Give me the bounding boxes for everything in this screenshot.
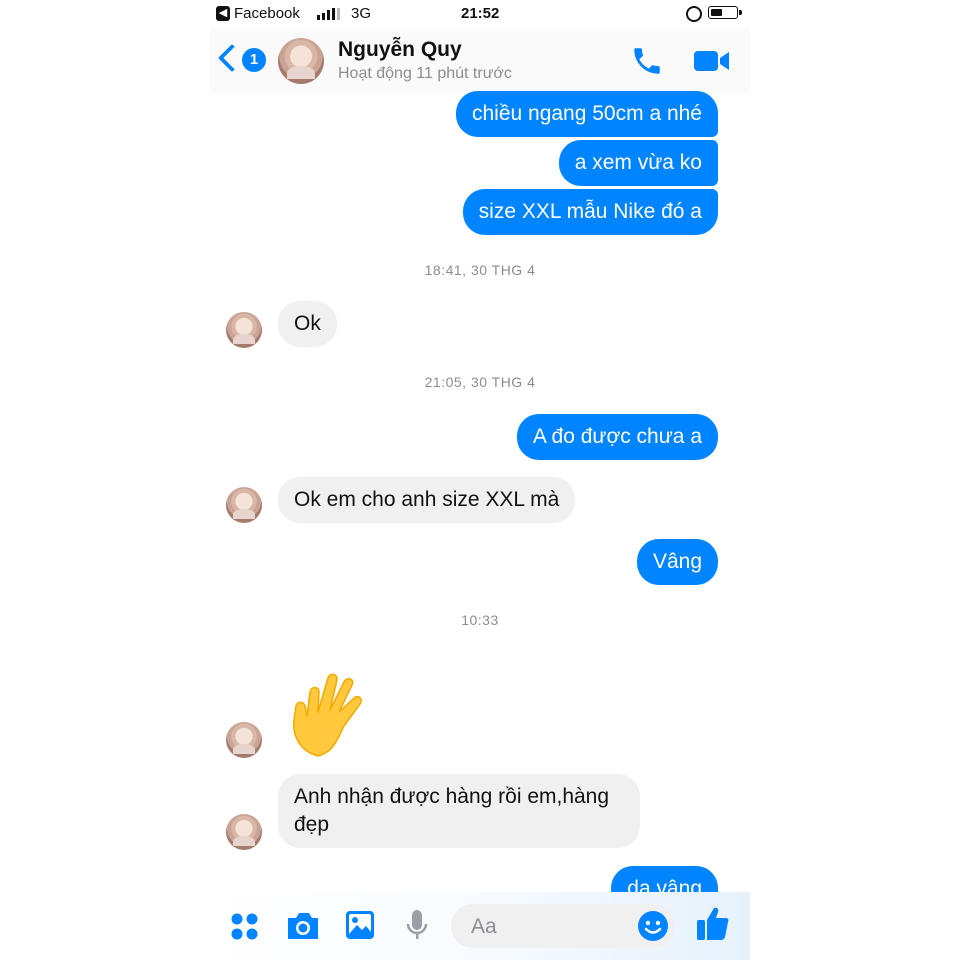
battery-icon	[708, 6, 742, 19]
voice-message-button[interactable]	[404, 908, 430, 947]
microphone-icon	[406, 910, 428, 939]
waving-hand-sticker[interactable]	[288, 668, 388, 762]
contact-name[interactable]: Nguyễn Quy	[338, 38, 462, 62]
emoji-icon	[638, 911, 668, 941]
sender-avatar[interactable]	[226, 814, 262, 850]
contact-activity-status: Hoạt động 11 phút trước	[338, 65, 512, 82]
message-bubble-outgoing[interactable]: A đo được chưa a	[516, 414, 718, 460]
camera-icon	[288, 913, 318, 939]
message-composer	[210, 892, 750, 960]
message-bubble-incoming[interactable]: Ok	[278, 301, 337, 347]
back-app-label: Facebook	[234, 5, 300, 22]
message-input-container[interactable]	[451, 904, 675, 948]
signal-icon	[317, 8, 340, 20]
status-bar: ◀ Facebook 3G 21:52	[210, 0, 750, 28]
like-button[interactable]	[696, 906, 730, 947]
photo-icon	[346, 911, 374, 939]
timestamp: 21:05, 30 THG 4	[424, 374, 536, 390]
emoji-button[interactable]	[637, 910, 669, 947]
message-bubble-incoming[interactable]: Ok em cho anh size XXL mà	[278, 477, 576, 523]
waving-hand-icon	[293, 673, 363, 757]
more-actions-button[interactable]	[230, 912, 260, 947]
timestamp: 18:41, 30 THG 4	[424, 262, 536, 278]
message-bubble-outgoing[interactable]: chiều ngang 50cm a nhé	[455, 91, 718, 137]
voice-call-button[interactable]	[630, 44, 664, 78]
rotation-lock-icon	[686, 6, 702, 22]
back-button[interactable]: 1	[217, 43, 270, 78]
message-bubble-incoming[interactable]: Anh nhận được hàng rồi em,hàng đẹp	[278, 774, 640, 848]
gallery-button[interactable]	[344, 909, 376, 946]
unread-badge: 1	[242, 48, 266, 72]
contact-avatar[interactable]	[278, 38, 324, 84]
messenger-screen: ◀ Facebook 3G 21:52 1 Nguyễn Quy Hoạt độ…	[210, 0, 750, 960]
message-bubble-outgoing[interactable]: Vâng	[636, 539, 718, 585]
message-bubble-outgoing[interactable]: a xem vừa ko	[558, 140, 718, 186]
message-bubble-outgoing[interactable]: size XXL mẫu Nike đó a	[462, 189, 718, 235]
video-call-button[interactable]	[692, 46, 732, 76]
timestamp: 10:33	[461, 612, 499, 628]
phone-icon	[634, 48, 660, 74]
network-type: 3G	[351, 5, 372, 22]
camera-button[interactable]	[285, 910, 321, 947]
conversation-header: 1 Nguyễn Quy Hoạt động 11 phút trước	[210, 28, 750, 94]
thumbs-up-icon	[697, 907, 729, 940]
message-line: đẹp	[294, 813, 330, 836]
video-icon	[694, 51, 729, 71]
sender-avatar[interactable]	[226, 312, 262, 348]
grid-dots-icon	[231, 913, 258, 940]
sender-avatar[interactable]	[226, 722, 262, 758]
message-input[interactable]	[469, 914, 623, 940]
message-line: Anh nhận được hàng rồi em,hàng	[294, 785, 610, 808]
sender-avatar[interactable]	[226, 487, 262, 523]
status-time: 21:52	[461, 5, 500, 22]
back-triangle-icon: ◀	[216, 6, 230, 21]
back-to-app[interactable]: ◀ Facebook	[216, 5, 300, 22]
